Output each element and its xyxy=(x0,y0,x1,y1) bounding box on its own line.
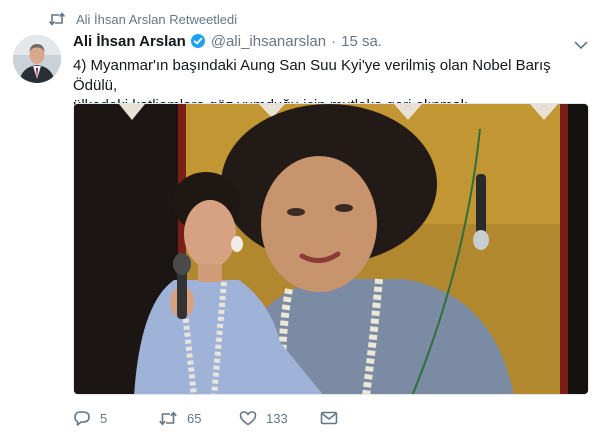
author-name[interactable]: Ali İhsan Arslan xyxy=(73,33,186,50)
envelope-icon xyxy=(320,411,338,425)
reply-button[interactable]: 5 xyxy=(73,410,107,426)
avatar[interactable] xyxy=(13,35,61,83)
retweet-button[interactable]: 65 xyxy=(158,411,201,426)
retweet-context-label: Ali İhsan Arslan Retweetledi xyxy=(76,11,238,27)
retweet-count: 65 xyxy=(187,410,202,426)
retweet-context[interactable]: Ali İhsan Arslan Retweetledi xyxy=(48,11,237,27)
heart-icon xyxy=(239,411,257,426)
tweet-actions: 5 65 133 xyxy=(73,405,373,431)
header-separator: · xyxy=(331,32,337,50)
tweet-text-line-1: 4) Myanmar'ın başındaki Aung San Suu Kyi… xyxy=(73,57,551,94)
retweet-icon xyxy=(48,12,66,26)
tweet-timestamp[interactable]: 15 sa. xyxy=(341,33,382,50)
reply-icon xyxy=(74,411,90,426)
author-handle[interactable]: @ali_ihsanarslan xyxy=(211,33,326,50)
tweet-header: Ali İhsan Arslan @ali_ihsanarslan · 15 s… xyxy=(73,31,382,51)
chevron-down-icon[interactable] xyxy=(574,37,588,55)
avatar-image xyxy=(13,35,61,83)
photo-image xyxy=(74,104,588,394)
retweet-icon xyxy=(159,410,177,426)
reply-count: 5 xyxy=(100,410,108,426)
verified-badge-icon xyxy=(190,33,206,49)
like-button[interactable]: 133 xyxy=(239,410,288,426)
tweet-photo[interactable] xyxy=(73,103,589,395)
like-count: 133 xyxy=(266,410,288,426)
direct-message-button[interactable] xyxy=(320,411,347,425)
